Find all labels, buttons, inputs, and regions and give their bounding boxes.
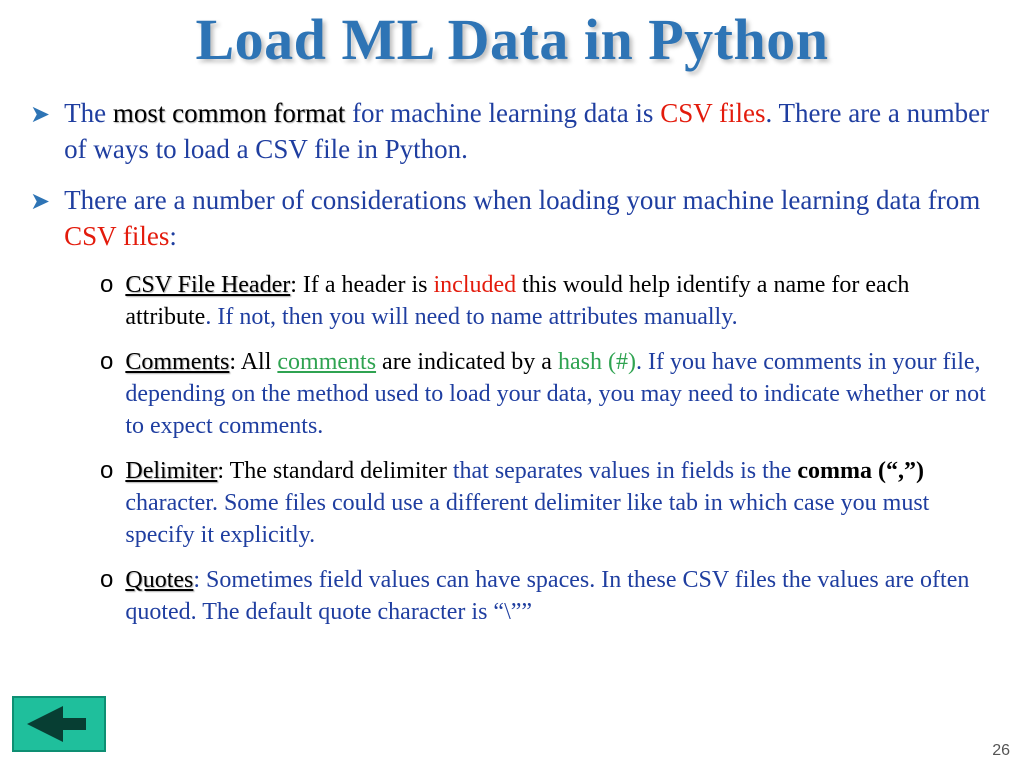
circle-bullet-icon: o: [100, 269, 113, 301]
sub-item-comments: o Comments: All comments are indicated b…: [100, 346, 994, 443]
text: The: [64, 98, 113, 128]
text: this would: [516, 272, 629, 298]
text: included: [434, 272, 517, 298]
text-csv: CSV files: [660, 98, 765, 128]
text: that separates values in fields is the: [447, 458, 798, 484]
sub-item-delimiter: o Delimiter: The standard delimiter that…: [100, 455, 994, 552]
sub-item-quotes: o Quotes: Sometimes field values can hav…: [100, 564, 994, 629]
arrow-left-icon: [27, 706, 63, 742]
arrow-tail: [62, 718, 86, 730]
sub-label: Delimiter: [125, 458, 217, 484]
text-emph: most common format: [113, 98, 345, 128]
slide-content: ➤ The most common format for machine lea…: [0, 73, 1024, 629]
bullet-item-2: ➤ There are a number of considerations w…: [30, 182, 994, 255]
text: : The: [217, 458, 273, 484]
sub-label: Quotes: [125, 567, 193, 593]
text: . If not, then you will need to name att…: [205, 304, 737, 330]
sub-label: CSV File Header: [125, 272, 290, 298]
chevron-right-icon: ➤: [30, 186, 50, 218]
text: character. Some files could use a differ…: [125, 490, 929, 548]
sub-label: Comments: [125, 349, 229, 375]
bullet-item-1: ➤ The most common format for machine lea…: [30, 95, 994, 168]
page-number: 26: [992, 742, 1010, 760]
text: There are a number of considerations whe…: [64, 185, 980, 215]
text: :: [169, 221, 177, 251]
circle-bullet-icon: o: [100, 346, 113, 378]
text: : If a header is: [290, 272, 433, 298]
text-csv: CSV files: [64, 221, 169, 251]
text: hash (#): [558, 349, 636, 375]
text: standard delimiter: [273, 458, 447, 484]
chevron-right-icon: ➤: [30, 99, 50, 131]
circle-bullet-icon: o: [100, 455, 113, 487]
slide-title: Load ML Data in Python: [0, 0, 1024, 73]
text: comma (“,”): [797, 458, 924, 484]
text: : All: [229, 349, 277, 375]
link-comments[interactable]: comments: [277, 349, 376, 375]
text: : Sometimes field values can have spaces…: [125, 567, 969, 625]
text: are indicated by a: [376, 349, 558, 375]
circle-bullet-icon: o: [100, 564, 113, 596]
back-button[interactable]: [12, 696, 106, 752]
text: for machine learning data is: [345, 98, 660, 128]
sub-item-header: o CSV File Header: If a header is includ…: [100, 269, 994, 334]
